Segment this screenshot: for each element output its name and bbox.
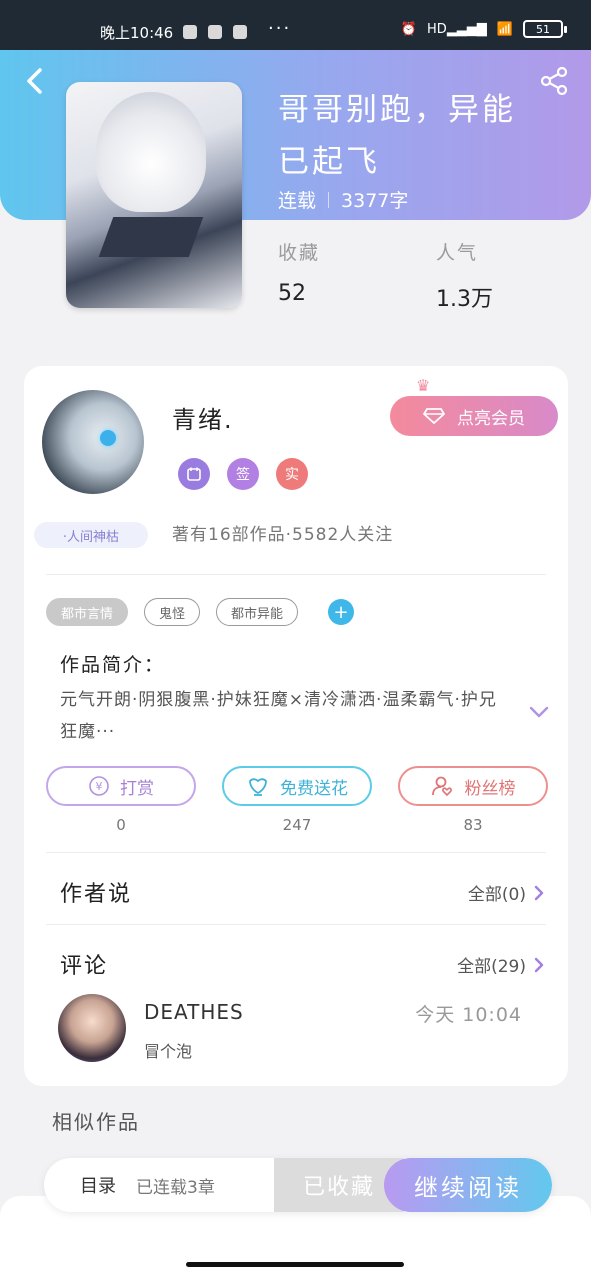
- toc-chapter-count: 已连载3章: [136, 1177, 215, 1198]
- tag-urban-romance[interactable]: 都市言情: [46, 598, 129, 626]
- action-buttons: ¥ 打赏 免费送花 粉丝榜: [46, 766, 548, 806]
- add-tag-icon[interactable]: +: [328, 599, 355, 625]
- home-indicator: [186, 1262, 404, 1267]
- bottom-action-bar: 目录 已连载3章 已收藏 继续阅读: [44, 1158, 552, 1212]
- diamond-icon: [423, 408, 445, 425]
- notification-icon: [183, 25, 197, 39]
- vip-button[interactable]: 点亮会员: [390, 396, 558, 436]
- verified-badge: 实: [276, 458, 308, 490]
- divider: [46, 924, 546, 925]
- book-status: 连载: [278, 190, 317, 212]
- send-flower-label: 免费送花: [280, 778, 348, 799]
- divider: [46, 574, 546, 575]
- tag-ghost[interactable]: 鬼怪: [144, 598, 201, 626]
- toc-label: 目录: [80, 1176, 116, 1197]
- book-title: 哥哥别跑，异能已起飞: [278, 92, 516, 180]
- author-says-all-link[interactable]: 全部(0): [468, 880, 544, 905]
- toc-button[interactable]: 目录 已连载3章: [44, 1158, 274, 1212]
- author-badges: 签 实: [178, 458, 308, 490]
- book-detail-card: 青绪. 签 实 ♛ 点亮会员 ·人间神枯 著有16部作品·5582人关注 都市言…: [24, 366, 568, 1086]
- battery-icon: 51: [523, 20, 567, 38]
- intro-text: 元气开朗·阴狠腹黑·护妹狂魔×清冷潇洒·温柔霸气·护兄狂魔···: [60, 690, 497, 742]
- flower-icon: [249, 778, 267, 796]
- stat-favorites: 收藏 52: [278, 242, 321, 306]
- comment-username[interactable]: DEATHES: [144, 1000, 244, 1024]
- continue-reading-button[interactable]: 继续阅读: [384, 1158, 552, 1212]
- yen-icon: ¥: [89, 776, 109, 796]
- avatar[interactable]: [58, 994, 126, 1062]
- status-time: 晚上10:46: [100, 24, 174, 42]
- notification-icon: [233, 25, 247, 39]
- reward-count: 0: [116, 816, 126, 834]
- chevron-down-icon[interactable]: [528, 704, 550, 718]
- signal-icon: HD▂▃▅▇: [427, 21, 487, 37]
- comments-all-link[interactable]: 全部(29): [457, 952, 544, 977]
- status-bar: 晚上10:46 ··· ⏰ HD▂▃▅▇ 📶 51: [0, 0, 591, 50]
- send-flower-button[interactable]: 免费送花: [222, 766, 372, 806]
- fans-ranking-label: 粉丝榜: [464, 778, 516, 799]
- more-notifications-icon: ···: [268, 18, 292, 39]
- chevron-right-icon: [534, 885, 544, 900]
- divider: [46, 852, 546, 853]
- user-heart-icon: [431, 776, 452, 797]
- similar-works-title: 相似作品: [52, 1110, 140, 1134]
- author-name[interactable]: 青绪.: [172, 400, 234, 435]
- fans-ranking-button[interactable]: 粉丝榜: [398, 766, 548, 806]
- action-counts: 0 247 83: [46, 816, 548, 834]
- share-icon: [540, 66, 568, 96]
- chevron-right-icon: [534, 957, 544, 972]
- tag-urban-ability[interactable]: 都市异能: [216, 598, 299, 626]
- author-info: 著有16部作品·5582人关注: [172, 525, 394, 545]
- book-meta: 连载 3377字: [278, 186, 408, 213]
- comment-time: 今天 10:04: [415, 1004, 522, 1026]
- svg-text:¥: ¥: [96, 780, 103, 793]
- reward-button[interactable]: ¥ 打赏: [46, 766, 196, 806]
- back-button[interactable]: [20, 64, 50, 98]
- notification-icon: [208, 25, 222, 39]
- alarm-icon: ⏰: [400, 21, 418, 37]
- share-button[interactable]: [539, 66, 569, 96]
- book-cover[interactable]: [66, 82, 242, 308]
- intro-title: 作品简介：: [60, 654, 166, 676]
- signed-badge: 签: [227, 458, 259, 490]
- book-word-count: 3377字: [341, 190, 409, 212]
- author-avatar[interactable]: [42, 390, 144, 494]
- crown-icon: ♛: [416, 376, 431, 395]
- comment-text[interactable]: 冒个泡: [144, 1038, 192, 1062]
- author-says-title: 作者说: [60, 882, 133, 907]
- comments-title: 评论: [60, 954, 109, 979]
- calendar-icon: [178, 458, 210, 490]
- stat-popularity: 人气 1.3万: [436, 242, 493, 312]
- flower-count: 247: [282, 816, 312, 834]
- vip-button-label: 点亮会员: [457, 408, 525, 429]
- wifi-icon: 📶: [496, 21, 513, 37]
- book-tags: 都市言情 鬼怪 都市异能 +: [46, 598, 355, 626]
- fans-count: 83: [463, 816, 483, 834]
- reward-label: 打赏: [120, 778, 154, 799]
- author-title-tag: ·人间神枯: [34, 522, 148, 548]
